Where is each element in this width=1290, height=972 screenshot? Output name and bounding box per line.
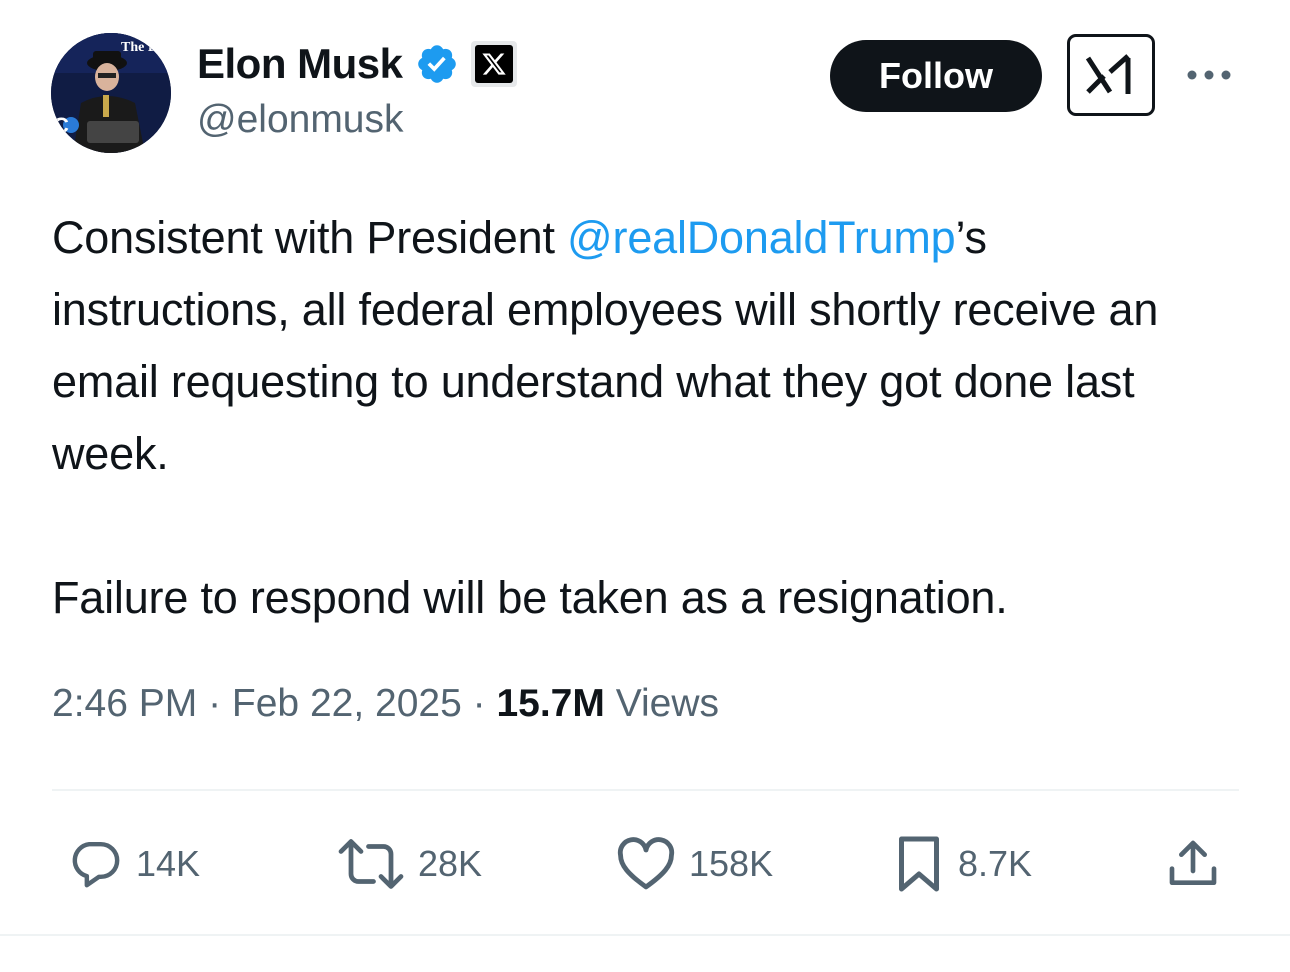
share-icon [1169,840,1217,885]
bookmark-button[interactable]: 8.7K [892,836,1032,892]
grok-button[interactable] [1067,34,1155,116]
reply-icon [72,841,120,888]
meta-separator: · [461,682,497,725]
share-button[interactable] [1164,836,1222,892]
tweet-text: Consistent with President @realDonaldTru… [52,202,1212,634]
avatar-image: The Dogefa C [51,33,171,153]
reply-count: 14K [136,843,201,884]
meta-separator: · [197,682,232,725]
mention-link[interactable]: @realDonaldTrump [567,212,956,263]
tweet-time[interactable]: 2:46 PM [52,682,197,725]
grok-logo-icon [1085,54,1131,94]
bottom-divider [0,934,1290,936]
bookmark-count: 8.7K [958,843,1033,884]
views-count[interactable]: 15.7M [496,682,604,725]
views-label: Views [604,682,720,725]
follow-button[interactable]: Follow [830,40,1042,112]
more-dots-icon[interactable] [1184,60,1234,90]
repost-icon [338,839,404,889]
tweet-paragraph-2: Failure to respond will be taken as a re… [52,572,1008,623]
author-name-row: Elon Musk [197,38,517,90]
x-logo-icon[interactable] [470,41,517,87]
tweet-meta: 2:46 PM · Feb 22, 2025 · 15.7M Views [52,682,719,726]
repost-count: 28K [418,843,483,884]
avatar[interactable]: The Dogefa C [51,33,171,153]
tweet-text-prefix: Consistent with President [52,212,568,263]
author-display-name[interactable]: Elon Musk [197,40,403,88]
avatar-caption: The Dogefa [121,40,171,55]
bookmark-icon [899,836,939,892]
heart-icon [617,837,675,890]
reply-button[interactable]: 14K [66,836,200,892]
author-handle[interactable]: @elonmusk [197,98,404,142]
tweet-date[interactable]: Feb 22, 2025 [232,682,462,725]
like-button[interactable]: 158K [615,836,773,892]
like-count: 158K [689,843,774,884]
tweet-paragraph-1: Consistent with President @realDonaldTru… [52,202,1212,490]
divider [52,789,1239,791]
verified-badge-icon[interactable] [415,42,459,86]
svg-text:C: C [53,113,69,138]
repost-button[interactable]: 28K [336,836,482,892]
